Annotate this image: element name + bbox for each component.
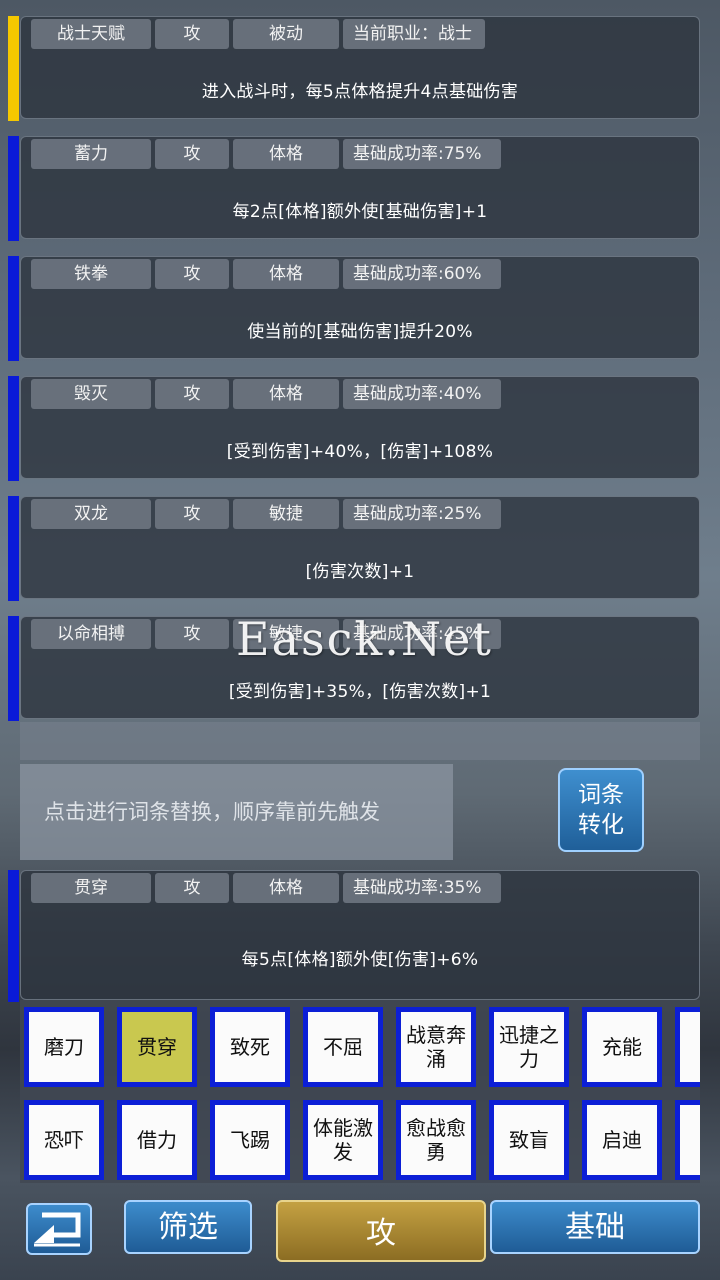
skill-button[interactable]: 充能 xyxy=(582,1007,662,1087)
card-type-tag: 攻 xyxy=(155,873,229,903)
card-condition-tag: 基础成功率:75% xyxy=(343,139,501,169)
list-scroll-filler xyxy=(20,722,700,760)
skill-button[interactable]: 磨刀 xyxy=(24,1007,104,1087)
skill-card[interactable]: 毁灭攻体格 基础成功率:40% [受到伤害]+40%，[伤害]+108% xyxy=(20,376,700,479)
skill-button[interactable]: 燃 xyxy=(675,1100,700,1180)
card-attr-tag: 体格 xyxy=(233,379,339,409)
card-type-tag: 攻 xyxy=(155,619,229,649)
card-type-tag: 攻 xyxy=(155,19,229,49)
card-description: 每5点[体格]额外使[伤害]+6% xyxy=(241,950,479,970)
filter-button[interactable]: 筛选 xyxy=(124,1200,252,1254)
return-arrow-icon xyxy=(34,1212,81,1247)
card-type-tag: 攻 xyxy=(155,259,229,289)
convert-button[interactable]: 词条 转化 xyxy=(558,768,644,852)
card-type-tag: 攻 xyxy=(155,379,229,409)
skill-button[interactable]: 迅捷之力 xyxy=(489,1007,569,1087)
skill-button[interactable]: 愈战愈勇 xyxy=(396,1100,476,1180)
card-attr-tag: 被动 xyxy=(233,19,339,49)
skill-card[interactable]: 双龙攻敏捷 基础成功率:25% [伤害次数]+1 xyxy=(20,496,700,599)
watermark-text: Easck.Net xyxy=(236,612,493,666)
back-button[interactable] xyxy=(26,1203,92,1255)
card-description: [受到伤害]+40%，[伤害]+108% xyxy=(226,442,494,462)
card-name-tag: 铁拳 xyxy=(31,259,151,289)
skill-button[interactable]: 迅 xyxy=(675,1007,700,1087)
skill-button[interactable]: 体能激发 xyxy=(303,1100,383,1180)
card-strip xyxy=(8,136,19,241)
skill-grid[interactable]: 磨刀贯穿致死不屈战意奔涌迅捷之力充能迅恐吓借力飞踢体能激发愈战愈勇致盲启迪燃 xyxy=(20,1000,700,1183)
card-name-tag: 贯穿 xyxy=(31,873,151,903)
skill-card[interactable]: 战士天赋攻被动 当前职业：战士进入战斗时，每5点体格提升4点基础伤害 xyxy=(20,16,700,119)
card-strip xyxy=(8,870,19,1002)
skill-button[interactable]: 飞踢 xyxy=(210,1100,290,1180)
card-condition-tag: 当前职业：战士 xyxy=(343,19,485,49)
basic-tab-label: 基础 xyxy=(565,1210,625,1245)
skill-button[interactable]: 致死 xyxy=(210,1007,290,1087)
card-strip xyxy=(8,376,19,481)
card-strip xyxy=(8,616,19,721)
card-name-tag: 蓄力 xyxy=(31,139,151,169)
card-description: 每2点[体格]额外使[基础伤害]+1 xyxy=(232,202,488,222)
skill-button[interactable]: 借力 xyxy=(117,1100,197,1180)
card-condition-tag: 基础成功率:35% xyxy=(343,873,501,903)
replace-hint[interactable]: 点击进行词条替换，顺序靠前先触发 xyxy=(20,764,453,860)
card-condition-tag: 基础成功率:60% xyxy=(343,259,501,289)
skill-button[interactable]: 战意奔涌 xyxy=(396,1007,476,1087)
attack-tab-label: 攻 xyxy=(366,1216,396,1251)
skill-button[interactable]: 贯穿 xyxy=(117,1007,197,1087)
card-attr-tag: 体格 xyxy=(233,873,339,903)
skill-card[interactable]: 铁拳攻体格 基础成功率:60% 使当前的[基础伤害]提升20% xyxy=(20,256,700,359)
card-strip xyxy=(8,16,19,121)
card-description: [伤害次数]+1 xyxy=(305,562,415,582)
card-description: 使当前的[基础伤害]提升20% xyxy=(247,322,473,342)
basic-tab-button[interactable]: 基础 xyxy=(490,1200,700,1254)
card-strip xyxy=(8,256,19,361)
skill-button[interactable]: 致盲 xyxy=(489,1100,569,1180)
convert-label: 词条 转化 xyxy=(578,782,624,838)
card-attr-tag: 敏捷 xyxy=(233,499,339,529)
card-attr-tag: 体格 xyxy=(233,139,339,169)
card-name-tag: 以命相搏 xyxy=(31,619,151,649)
skill-button[interactable]: 恐吓 xyxy=(24,1100,104,1180)
card-description: [受到伤害]+35%，[伤害次数]+1 xyxy=(228,682,492,702)
card-description: 进入战斗时，每5点体格提升4点基础伤害 xyxy=(201,82,519,102)
skill-card[interactable]: 蓄力攻体格 基础成功率:75% 每2点[体格]额外使[基础伤害]+1 xyxy=(20,136,700,239)
card-attr-tag: 体格 xyxy=(233,259,339,289)
skill-card[interactable]: 贯穿攻体格 基础成功率:35% 每5点[体格]额外使[伤害]+6% xyxy=(20,870,700,1000)
card-strip xyxy=(8,496,19,601)
skill-button[interactable]: 不屈 xyxy=(303,1007,383,1087)
card-type-tag: 攻 xyxy=(155,499,229,529)
skill-button[interactable]: 启迪 xyxy=(582,1100,662,1180)
card-type-tag: 攻 xyxy=(155,139,229,169)
card-condition-tag: 基础成功率:25% xyxy=(343,499,501,529)
card-condition-tag: 基础成功率:40% xyxy=(343,379,501,409)
card-name-tag: 毁灭 xyxy=(31,379,151,409)
attack-tab-button[interactable]: 攻 xyxy=(276,1200,486,1262)
filter-label: 筛选 xyxy=(158,1210,218,1245)
card-name-tag: 双龙 xyxy=(31,499,151,529)
card-name-tag: 战士天赋 xyxy=(31,19,151,49)
